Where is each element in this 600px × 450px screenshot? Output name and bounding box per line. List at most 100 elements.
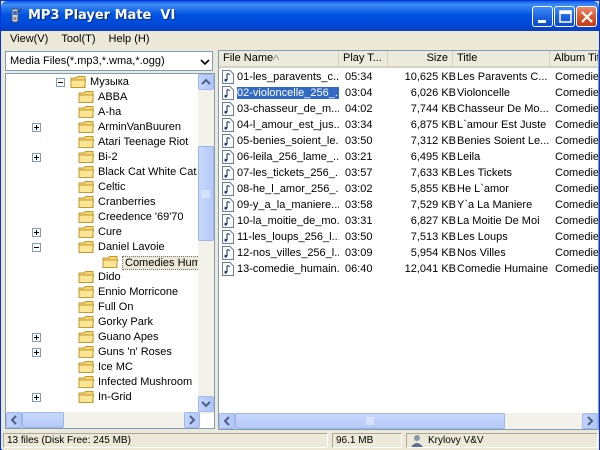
list-hscroll-thumb[interactable] — [235, 413, 505, 429]
table-row[interactable]: 09-y_a_la_maniere... 03:58 7,529 KB Y`a La … — [219, 197, 598, 213]
folder-icon — [78, 271, 95, 283]
table-row[interactable]: 07-les_tickets_256_... 03:57 7,633 KB Les T… — [219, 165, 599, 181]
expand-icon[interactable] — [32, 393, 41, 402]
table-row[interactable]: 05-benies_soient_le... 03:50 7,312 KB Benie… — [219, 133, 598, 149]
folder-icon — [78, 211, 95, 223]
arrow-down-icon — [201, 401, 211, 408]
scroll-right-button[interactable] — [184, 412, 200, 428]
column-header-size[interactable]: Size — [388, 51, 453, 66]
cell-title: La Moitie De Moi — [457, 215, 540, 227]
list-horizontal-scrollbar[interactable] — [219, 413, 598, 429]
collapse-icon[interactable] — [32, 243, 41, 252]
expand-icon[interactable] — [32, 348, 41, 357]
tree-horizontal-scrollbar[interactable] — [6, 412, 200, 428]
tree-item-label: Ice MC — [98, 361, 133, 373]
status-file-count: 13 files (Disk Free: 245 MB) — [3, 433, 328, 448]
scroll-up-button[interactable] — [198, 74, 214, 90]
cell-size: 5,855 KB — [410, 183, 456, 195]
tree-item-label: Black Cat White Cat — [98, 166, 197, 178]
minimize-button[interactable] — [532, 6, 553, 27]
cell-album: Comedies — [555, 103, 599, 115]
tree-vertical-scrollbar[interactable] — [198, 74, 214, 414]
tree-item-label: Gorky Park — [98, 316, 154, 328]
list-scroll-right-button[interactable] — [582, 413, 598, 429]
title-bar[interactable]: MP3 Player Mate VI — [1, 1, 599, 31]
expand-icon[interactable] — [32, 333, 41, 342]
arrow-left-icon — [223, 416, 230, 426]
cell-file-name: 04-l_amour_est_jus... — [237, 119, 339, 131]
cell-title: Chasseur De Mo... — [457, 103, 549, 115]
close-button[interactable] — [576, 6, 597, 27]
file-type-filter[interactable]: Media Files(*.mp3,*.wma,*.ogg) — [5, 51, 213, 71]
menu-view[interactable]: View(V) — [2, 31, 53, 49]
arrow-left-icon — [10, 415, 17, 425]
audio-file-icon — [222, 262, 234, 276]
table-row[interactable]: 10-la_moitie_de_mo... 03:31 6,827 KB La Moi… — [219, 213, 598, 229]
folder-icon — [102, 256, 119, 268]
table-row[interactable]: 06-leila_256_lame_... 03:21 6,495 KB Leila C… — [219, 149, 598, 165]
chevron-down-icon[interactable] — [200, 57, 210, 67]
expand-icon[interactable] — [32, 123, 41, 132]
column-header-file-name[interactable]: File Name — [219, 51, 339, 66]
table-row[interactable]: 13-comedie_humain... 06:40 12,041 KB Comedi… — [219, 261, 598, 277]
cell-file-name: 12-nos_villes_256_l... — [237, 247, 339, 259]
cell-file-name: 08-he_l_amor_256_... — [237, 183, 339, 195]
cell-album: Comedies — [555, 167, 599, 179]
audio-file-icon — [222, 134, 234, 148]
cell-size: 6,827 KB — [410, 215, 456, 227]
table-row[interactable]: 04-l_amour_est_jus... 03:34 6,875 KB L`amou… — [219, 117, 598, 133]
expand-icon[interactable] — [32, 153, 41, 162]
tree-item-label: Celtic — [98, 181, 126, 193]
column-header-play-time[interactable]: Play T... — [339, 51, 388, 66]
filter-value: Media Files(*.mp3,*.wma,*.ogg) — [10, 55, 165, 67]
cell-file-name: 03-chasseur_de_m... — [237, 103, 339, 115]
cell-play-time: 03:50 — [345, 135, 373, 147]
list-scroll-left-button[interactable] — [219, 413, 235, 429]
tree-item-label: Comedies Humaines — [122, 256, 200, 270]
collapse-icon[interactable] — [56, 78, 65, 87]
table-row[interactable]: 12-nos_villes_256_l... 03:09 5,954 KB Nos V… — [219, 245, 598, 261]
table-row[interactable]: 11-les_loups_256_l... 03:50 7,513 KB Les Lo… — [219, 229, 599, 245]
folder-tree[interactable]: Музыка ABBA A-ha ArminVanBuuren Atari Teenag… — [5, 73, 215, 429]
tree-item-label: Atari Teenage Riot — [98, 136, 189, 148]
maximize-button[interactable] — [554, 6, 575, 27]
tree-scroll-thumb[interactable] — [198, 146, 214, 241]
tree-hscroll-thumb[interactable] — [22, 412, 64, 428]
status-user-name: Krylovy V&V — [428, 435, 484, 446]
arrow-right-icon — [587, 416, 594, 426]
column-header-album-title[interactable]: Album Tit — [550, 51, 598, 66]
cell-title: Les Paravents C... — [457, 71, 548, 83]
table-row[interactable]: 02-violoncelle_256_... 03:04 6,026 KB Violo… — [219, 85, 599, 101]
cell-file-name: 06-leila_256_lame_... — [237, 151, 339, 163]
cell-album: Comedies — [555, 87, 599, 99]
file-list[interactable]: File Name Play T... Size Title Album Tit… — [218, 50, 599, 430]
tree-item-label: ArminVanBuuren — [98, 121, 181, 133]
table-row[interactable]: 03-chasseur_de_m... 04:02 7,744 KB Chasseur… — [219, 101, 599, 117]
cell-play-time: 03:02 — [345, 183, 373, 195]
tree-item-label: Dido — [98, 271, 121, 283]
cell-size: 6,026 KB — [410, 87, 456, 99]
folder-icon — [78, 361, 95, 373]
cell-play-time: 03:58 — [345, 199, 373, 211]
table-row[interactable]: 08-he_l_amor_256_... 03:02 5,855 KB He L`am… — [219, 181, 598, 197]
expand-icon[interactable] — [32, 228, 41, 237]
cell-album: Comedies — [555, 231, 599, 243]
column-header-title[interactable]: Title — [453, 51, 550, 66]
folder-pane: Media Files(*.mp3,*.wma,*.ogg) Музыка ABB… — [3, 51, 215, 429]
audio-file-icon — [222, 198, 234, 212]
folder-icon — [78, 391, 95, 403]
folder-icon — [78, 121, 95, 133]
audio-file-icon — [222, 166, 234, 180]
maximize-icon — [559, 10, 572, 23]
menu-tool[interactable]: Tool(T) — [53, 31, 100, 49]
menu-help[interactable]: Help (H) — [101, 31, 155, 49]
tree-item-label: Bi-2 — [98, 151, 118, 163]
cell-file-name: 02-violoncelle_256_... — [237, 87, 339, 99]
scroll-down-button[interactable] — [198, 396, 214, 412]
cell-size: 12,041 KB — [404, 263, 456, 275]
cell-play-time: 03:31 — [345, 215, 373, 227]
table-row[interactable]: 01-les_paravents_c... 05:34 10,625 KB Les P… — [219, 69, 598, 85]
scroll-left-button[interactable] — [6, 412, 22, 428]
cell-play-time: 03:57 — [345, 167, 373, 179]
cell-title: Leila — [457, 151, 481, 163]
